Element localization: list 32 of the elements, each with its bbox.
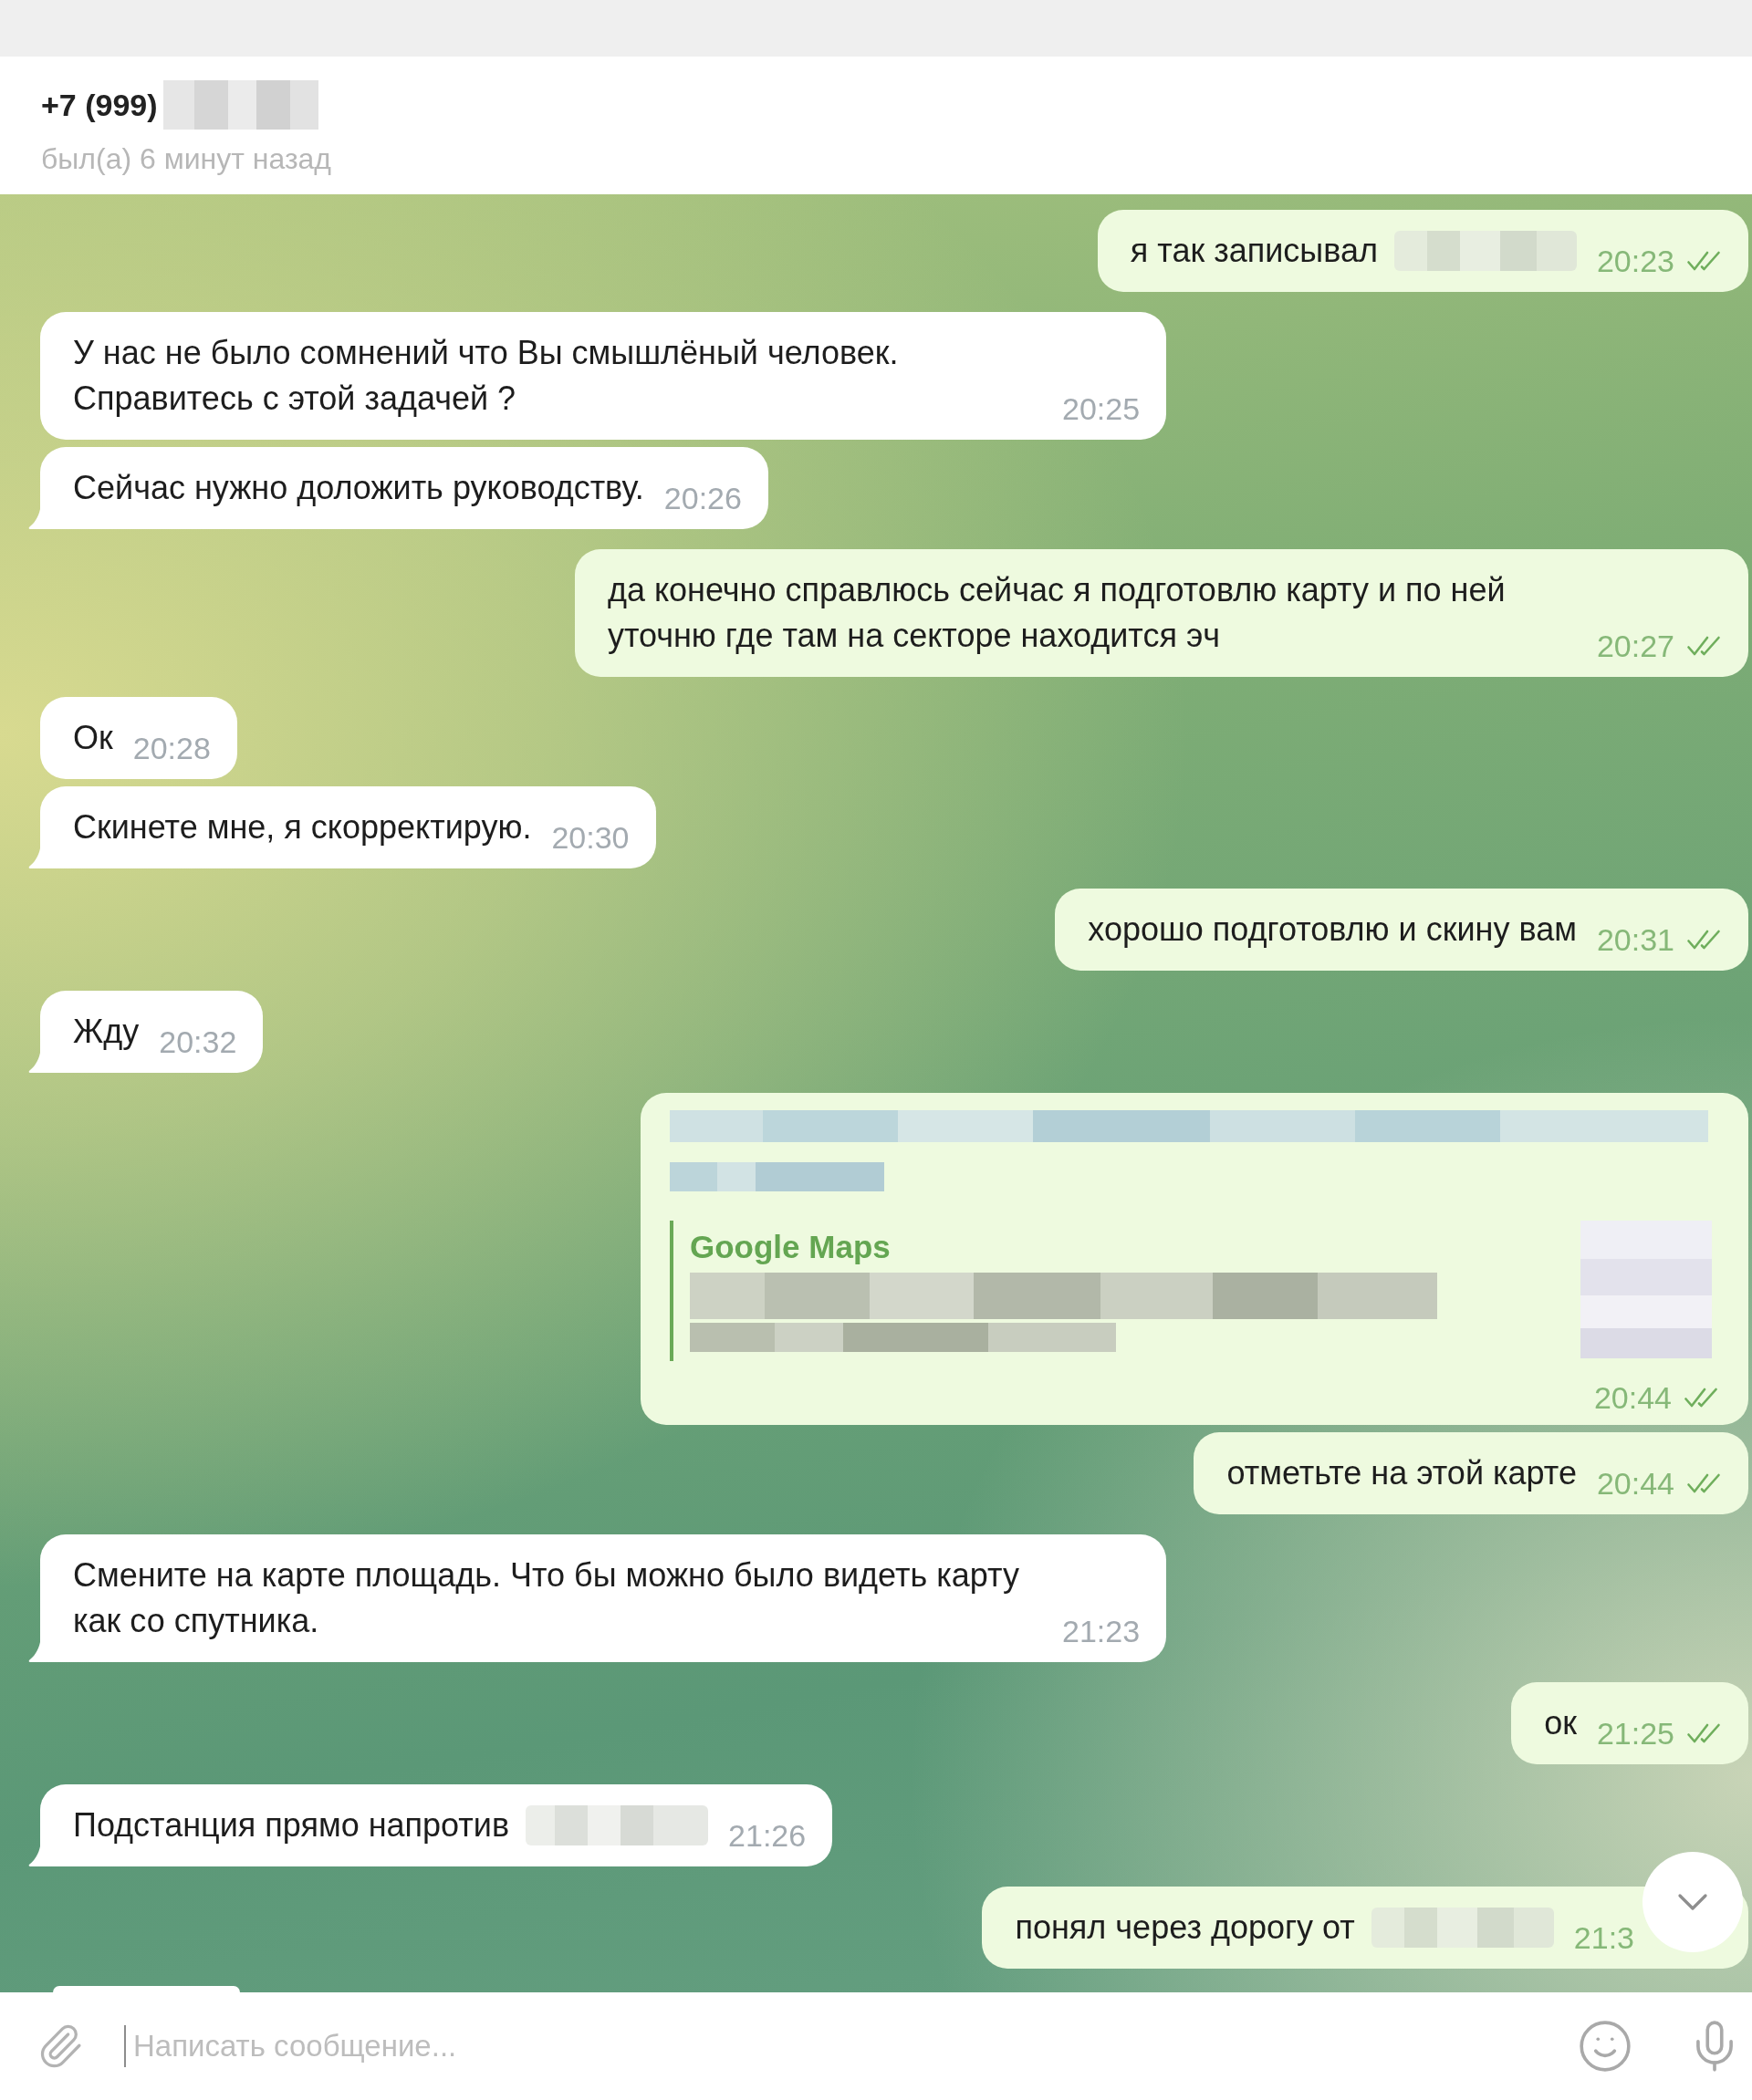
message-time: 21:3	[1573, 1919, 1634, 1956]
message-text: отметьте на этой карте	[1226, 1453, 1577, 1493]
message-time: 21:26	[728, 1817, 807, 1854]
message-text: У нас не было сомнений что Вы смышлёный человек. Справитесь с этой задачей ?	[73, 333, 900, 419]
message-time: 20:27	[1596, 628, 1674, 664]
message-text: да конечно справлюсь сейчас я подготовлю карту и по ней уточню где там на секторе находится эч	[607, 570, 1507, 656]
message-input[interactable]: Написать сообщение...	[124, 2025, 1540, 2067]
message-time: 20:23	[1596, 243, 1674, 279]
message-text: Сейчас нужно доложить руководству.	[73, 468, 644, 508]
message-time: 20:44	[1596, 1465, 1674, 1502]
link-preview-site: Google Maps	[690, 1229, 891, 1265]
message-text: я так записывал	[1130, 231, 1378, 271]
message-text: Подстанция прямо напротив	[73, 1805, 510, 1845]
message-time: 21:25	[1596, 1715, 1674, 1752]
message-text: Смените на карте площадь. Что бы можно было видеть карту как со спутника.	[73, 1555, 1020, 1641]
message-time: 20:30	[551, 819, 630, 856]
message-time: 20:32	[159, 1024, 237, 1060]
message-text: Жду	[73, 1012, 140, 1052]
message-text: понял через дорогу от	[1015, 1908, 1355, 1948]
message-time: 20:31	[1596, 921, 1674, 958]
smiley-icon[interactable]	[1577, 2018, 1633, 2074]
message-time: 21:23	[1062, 1613, 1141, 1649]
message-time: 20:28	[132, 730, 211, 766]
message-text: Скинете мне, я скорректирую.	[73, 807, 532, 847]
message-time: 20:25	[1062, 390, 1141, 427]
message-text: ок	[1544, 1703, 1577, 1743]
message-time: 20:44	[1593, 1379, 1672, 1416]
last-seen-status: был(а) 6 минут назад	[41, 141, 332, 177]
chat-title[interactable]: +7 (999)	[41, 85, 158, 125]
message-text: Ок	[73, 718, 113, 758]
message-text: хорошо подготовлю и скину вам	[1088, 910, 1577, 950]
message-time: 20:26	[663, 480, 742, 516]
